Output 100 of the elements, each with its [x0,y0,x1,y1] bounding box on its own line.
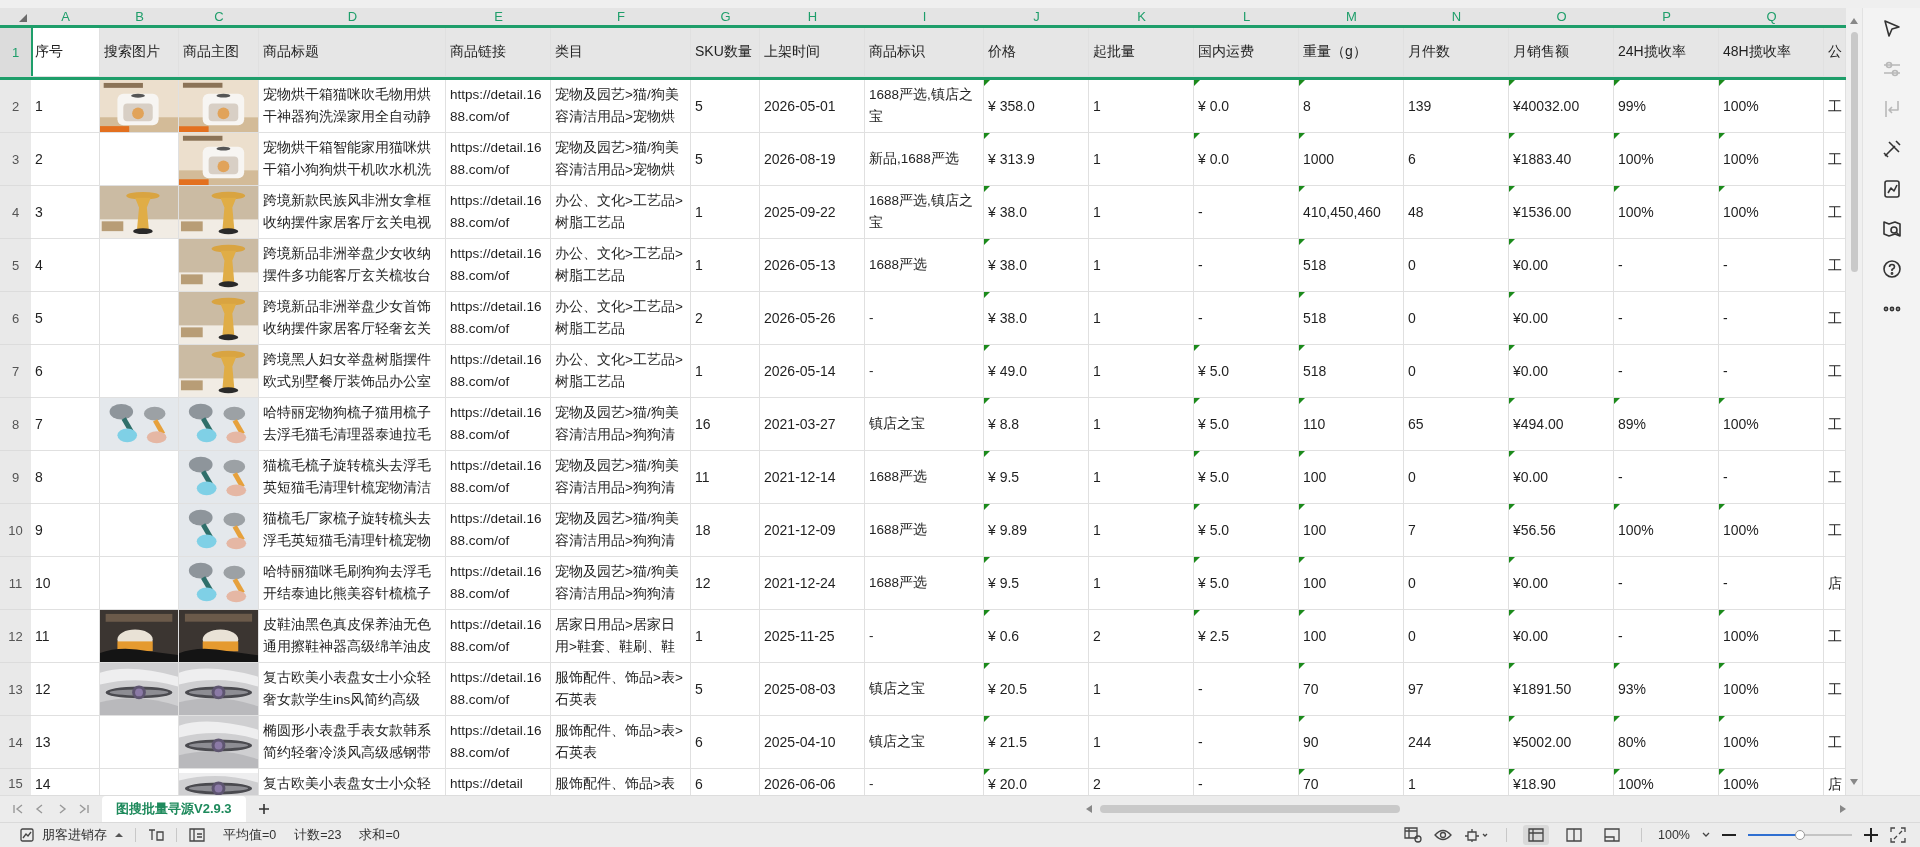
text-format-icon[interactable] [148,828,164,842]
panel-icon[interactable] [189,828,205,842]
table-cell-text: 7 [35,415,43,434]
table-cell-text: 9 [35,521,43,540]
column-letter[interactable]: O [1509,8,1614,25]
table-cell-text: 65 [1408,415,1424,434]
column-letter[interactable]: M [1299,8,1404,25]
chart-icon[interactable] [20,828,34,842]
column-letter[interactable]: G [691,8,760,25]
add-sheet-icon[interactable] [257,803,270,815]
column-letter[interactable]: I [865,8,984,25]
table-cell-text: 店 [1828,775,1842,794]
scroll-left-icon[interactable] [1086,805,1092,813]
table-cell-text: 镇店之宝 [869,680,925,698]
caret-icon[interactable] [115,832,123,838]
column-header: 国内运费 [1198,43,1254,61]
table-cell-text: - [1723,309,1728,328]
caret-down-icon[interactable] [1702,832,1710,838]
table-cell-text: 0 [1408,256,1416,275]
column-header: 48H揽收率 [1723,43,1791,61]
column-letter[interactable]: F [551,8,691,25]
help-icon[interactable] [1880,258,1903,280]
app-menu-button[interactable]: 朋客进销存 [42,826,107,844]
table-settings-icon[interactable] [1404,827,1422,843]
zoom-dropdown[interactable]: 100% [1658,828,1690,842]
table-cell-text: 100 [1303,468,1327,487]
table-cell-text: 100 [1303,521,1327,540]
row-number[interactable]: 6 [0,292,31,345]
table-cell-text: - [1198,203,1203,222]
row-number[interactable]: 15 [0,769,31,795]
scroll-up-icon[interactable] [1850,18,1858,24]
row-number[interactable]: 8 [0,398,31,451]
fullscreen-icon[interactable] [1890,827,1906,843]
normal-view-icon[interactable] [1523,825,1549,845]
scroll-right-icon[interactable] [1840,805,1846,813]
tools-icon[interactable] [1880,138,1903,160]
table-cell-text: 8 [35,468,43,487]
table-cell-text: 复古欧美小表盘女士小众轻 [263,775,431,793]
column-letter[interactable]: H [760,8,865,25]
column-letter[interactable]: K [1089,8,1194,25]
table-cell-text: 7 [1408,521,1416,540]
sheet-tab[interactable]: 图搜批量寻源V2.9.3 [102,796,246,822]
table-cell-text: 工 [1828,680,1842,699]
table-cell-text: 宠物及园艺>猫/狗美容清洁用品>宠物烘 [555,139,680,179]
table-cell-text: ¥ 313.9 [988,150,1035,169]
column-letter[interactable]: Q [1719,8,1824,25]
column-letter[interactable]: L [1194,8,1299,25]
table-cell-text: - [869,309,874,327]
table-cell-text: ¥ 9.5 [988,468,1020,487]
row-number[interactable]: 4 [0,186,31,239]
column-letter[interactable]: C [179,8,259,25]
row-number[interactable]: 5 [0,239,31,292]
table-cell-text: ¥ 0.0 [1198,150,1230,169]
book-icon[interactable] [1880,218,1903,240]
table-cell-text: 2021-12-09 [764,521,836,540]
column-letter[interactable]: P [1614,8,1719,25]
table-cell-text: 复古欧美小表盘女士小众轻奢女款学生ins风简约高级 [263,669,432,709]
row-number[interactable]: 12 [0,610,31,663]
row-number[interactable]: 3 [0,133,31,186]
table-cell-text: ¥ 5.0 [1198,468,1230,487]
vertical-scrollbar-thumb[interactable] [1850,32,1858,272]
table-cell-text: 2026-05-01 [764,97,836,116]
table-cell-text: ¥ 5.0 [1198,574,1230,593]
table-cell-text: 宠物烘干箱智能家用猫咪烘干箱小狗狗烘干机吹水机洗 [263,139,432,179]
row-number[interactable]: 1 [0,28,31,77]
column-letter[interactable]: B [100,8,179,25]
scroll-down-icon[interactable] [1850,779,1858,785]
table-cell-text: 1 [1093,150,1101,169]
table-cell-text: 0 [1408,468,1416,487]
row-number[interactable]: 7 [0,345,31,398]
table-cell-text: ¥ 2.5 [1198,627,1230,646]
eye-icon[interactable] [1434,828,1452,842]
row-number[interactable]: 2 [0,80,31,133]
table-cell-text: 100% [1618,775,1654,794]
row-number[interactable]: 9 [0,451,31,504]
zoom-out-icon[interactable] [1722,833,1736,837]
row-number[interactable]: 14 [0,716,31,769]
table-cell-text: ¥0.00 [1513,468,1549,487]
column-letter[interactable]: A [31,8,100,25]
column-letter[interactable]: N [1404,8,1509,25]
table-cell-text: 1 [1093,468,1101,487]
table-cell-text: https://detail.1688.com/of [450,139,543,179]
table-cell-text: 518 [1303,362,1327,381]
table-cell-text: 12 [695,574,711,593]
zoom-slider-thumb[interactable] [1795,830,1805,840]
table-cell-text: 1688严选,镇店之宝 [869,86,974,126]
horizontal-scrollbar-thumb[interactable] [1100,805,1400,813]
row-number[interactable]: 10 [0,504,31,557]
table-cell-text: 5 [35,309,43,328]
table-cell-text: 100% [1723,150,1759,169]
focus-icon[interactable] [1464,828,1490,842]
zoom-in-icon[interactable] [1864,828,1878,842]
table-cell-text: https://detail.1688.com/of [450,245,543,285]
row-number[interactable]: 13 [0,663,31,716]
column-letter[interactable]: E [446,8,551,25]
table-cell-text: 0 [1408,309,1416,328]
column-letter[interactable]: J [984,8,1089,25]
row-number[interactable]: 11 [0,557,31,610]
select-all-icon[interactable] [19,14,27,22]
column-letter[interactable]: D [259,8,446,25]
